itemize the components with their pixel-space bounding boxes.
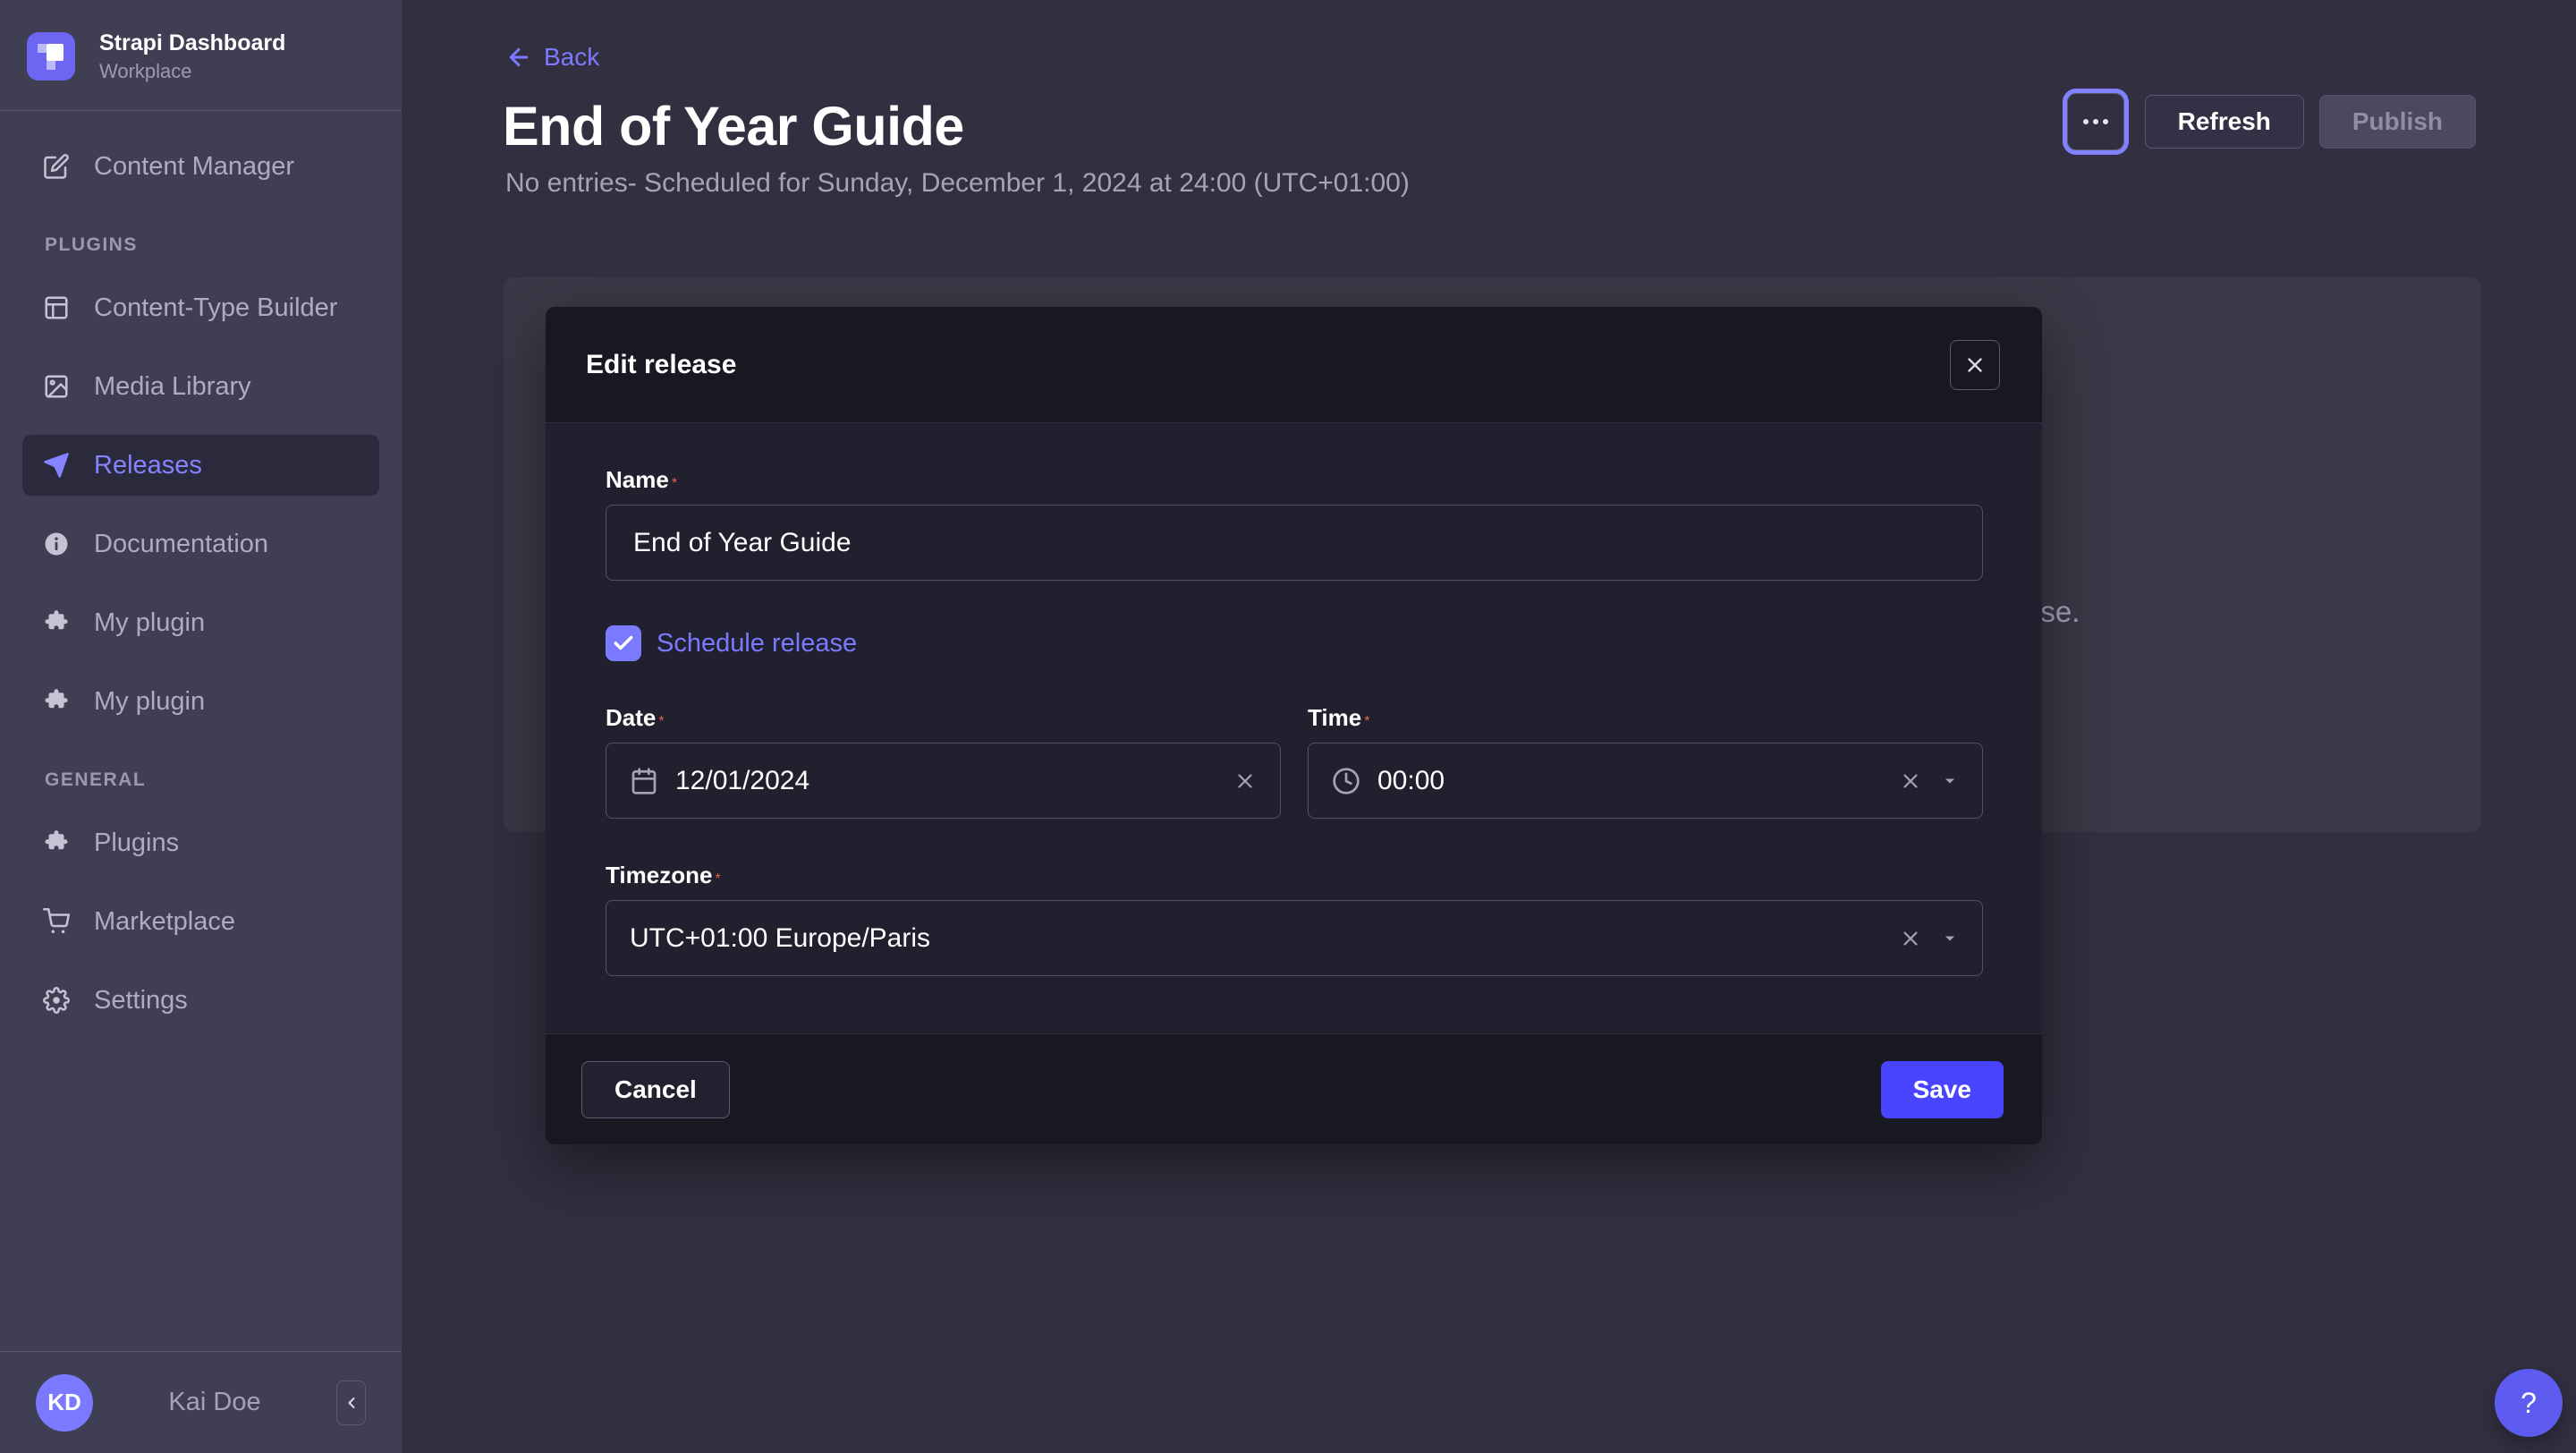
- sidebar-item-plugins[interactable]: Plugins: [22, 812, 379, 873]
- chevron-left-icon: [343, 1394, 360, 1412]
- date-time-row: Date* 12/01/2024 Time* 00:00: [606, 704, 1983, 819]
- chevron-down-icon[interactable]: [1941, 772, 1959, 790]
- cart-icon: [43, 908, 70, 935]
- workspace-switcher[interactable]: Strapi Dashboard Workplace: [0, 0, 402, 110]
- time-picker[interactable]: 00:00: [1308, 743, 1983, 819]
- sidebar-item-my-plugin-1[interactable]: My plugin: [22, 592, 379, 653]
- refresh-button[interactable]: Refresh: [2145, 95, 2304, 149]
- required-asterisk: *: [672, 476, 677, 491]
- sidebar-item-label: Documentation: [94, 530, 268, 559]
- help-button[interactable]: ?: [2495, 1369, 2563, 1437]
- page-title: End of Year Guide: [503, 95, 964, 157]
- sidebar-item-settings[interactable]: Settings: [22, 970, 379, 1031]
- section-header-general: GENERAL: [22, 769, 379, 791]
- puzzle-icon: [43, 688, 70, 715]
- required-asterisk: *: [1364, 714, 1369, 729]
- sidebar-item-my-plugin-2[interactable]: My plugin: [22, 671, 379, 732]
- avatar: KD: [36, 1374, 93, 1432]
- time-label: Time: [1308, 704, 1361, 731]
- time-field-group: Time* 00:00: [1308, 704, 1983, 819]
- send-icon: [43, 452, 70, 479]
- close-icon: [1963, 353, 1987, 377]
- sidebar-item-content-manager[interactable]: Content Manager: [22, 136, 379, 197]
- puzzle-icon: [43, 829, 70, 856]
- calendar-icon: [630, 767, 658, 795]
- sidebar-item-releases[interactable]: Releases: [22, 435, 379, 496]
- strapi-logo-icon: [27, 32, 75, 81]
- modal-body: Name* Schedule release Date* 12/01/2024 …: [546, 423, 2042, 1033]
- timezone-picker[interactable]: UTC+01:00 Europe/Paris: [606, 900, 1983, 976]
- name-input[interactable]: [606, 505, 1983, 581]
- page-subtitle: No entries- Scheduled for Sunday, Decemb…: [505, 168, 1410, 199]
- section-header-plugins: PLUGINS: [22, 234, 379, 256]
- clear-time-icon[interactable]: [1899, 769, 1922, 793]
- required-asterisk: *: [658, 714, 664, 729]
- timezone-label: Timezone: [606, 862, 712, 888]
- sidebar-item-label: Releases: [94, 451, 202, 480]
- image-icon: [43, 373, 70, 400]
- back-link[interactable]: Back: [505, 43, 599, 72]
- modal-title: Edit release: [586, 350, 736, 380]
- header-actions: Refresh Publish: [2067, 93, 2476, 150]
- sidebar-collapse-button[interactable]: [336, 1381, 366, 1425]
- date-label: Date: [606, 704, 656, 731]
- workspace-subtitle: Workplace: [99, 60, 285, 83]
- publish-button[interactable]: Publish: [2319, 95, 2476, 149]
- info-icon: [43, 531, 70, 557]
- sidebar: Strapi Dashboard Workplace Content Manag…: [0, 0, 402, 1453]
- sidebar-nav: Content Manager PLUGINS Content-Type Bui…: [0, 111, 402, 1351]
- schedule-release-label: Schedule release: [657, 629, 857, 659]
- clear-timezone-icon[interactable]: [1899, 927, 1922, 950]
- edit-release-modal: Edit release Name* Schedule release Date…: [546, 307, 2042, 1144]
- time-value: 00:00: [1377, 766, 1882, 796]
- sidebar-item-label: My plugin: [94, 608, 205, 638]
- timezone-value: UTC+01:00 Europe/Paris: [630, 923, 1882, 954]
- required-asterisk: *: [715, 871, 720, 887]
- date-picker[interactable]: 12/01/2024: [606, 743, 1281, 819]
- timezone-field-group: Timezone* UTC+01:00 Europe/Paris: [606, 862, 1983, 976]
- name-label: Name: [606, 466, 669, 493]
- sidebar-item-content-type-builder[interactable]: Content-Type Builder: [22, 277, 379, 338]
- sidebar-item-label: Content-Type Builder: [94, 293, 337, 323]
- sidebar-item-label: Plugins: [94, 828, 179, 858]
- more-options-button[interactable]: [2067, 93, 2124, 150]
- gear-icon: [43, 987, 70, 1014]
- checkbox-checked-icon[interactable]: [606, 625, 641, 661]
- save-button[interactable]: Save: [1881, 1061, 2004, 1118]
- modal-header: Edit release: [546, 307, 2042, 423]
- cancel-button[interactable]: Cancel: [581, 1061, 730, 1118]
- date-value: 12/01/2024: [675, 766, 1216, 796]
- sidebar-item-documentation[interactable]: Documentation: [22, 514, 379, 574]
- ellipsis-icon: [2103, 119, 2108, 124]
- back-label: Back: [544, 43, 599, 72]
- pen-icon: [43, 153, 70, 180]
- arrow-left-icon: [505, 44, 532, 71]
- sidebar-item-label: Content Manager: [94, 152, 294, 182]
- name-field-group: Name*: [606, 466, 1983, 581]
- sidebar-item-media-library[interactable]: Media Library: [22, 356, 379, 417]
- puzzle-icon: [43, 609, 70, 636]
- schedule-release-toggle[interactable]: Schedule release: [606, 625, 1983, 661]
- sidebar-item-label: Media Library: [94, 372, 251, 402]
- layout-icon: [43, 294, 70, 321]
- modal-close-button[interactable]: [1950, 340, 2000, 390]
- chevron-down-icon[interactable]: [1941, 930, 1959, 947]
- clock-icon: [1332, 767, 1360, 795]
- ellipsis-icon: [2093, 119, 2098, 124]
- sidebar-item-label: My plugin: [94, 687, 205, 717]
- modal-footer: Cancel Save: [546, 1033, 2042, 1144]
- user-name: Kai Doe: [111, 1388, 318, 1417]
- sidebar-item-label: Settings: [94, 986, 188, 1015]
- workspace-name: Strapi Dashboard: [99, 30, 285, 57]
- sidebar-user-area: KD Kai Doe: [0, 1351, 402, 1453]
- date-field-group: Date* 12/01/2024: [606, 704, 1281, 819]
- sidebar-item-label: Marketplace: [94, 907, 235, 937]
- ellipsis-icon: [2083, 119, 2089, 124]
- clear-date-icon[interactable]: [1233, 769, 1257, 793]
- sidebar-item-marketplace[interactable]: Marketplace: [22, 891, 379, 952]
